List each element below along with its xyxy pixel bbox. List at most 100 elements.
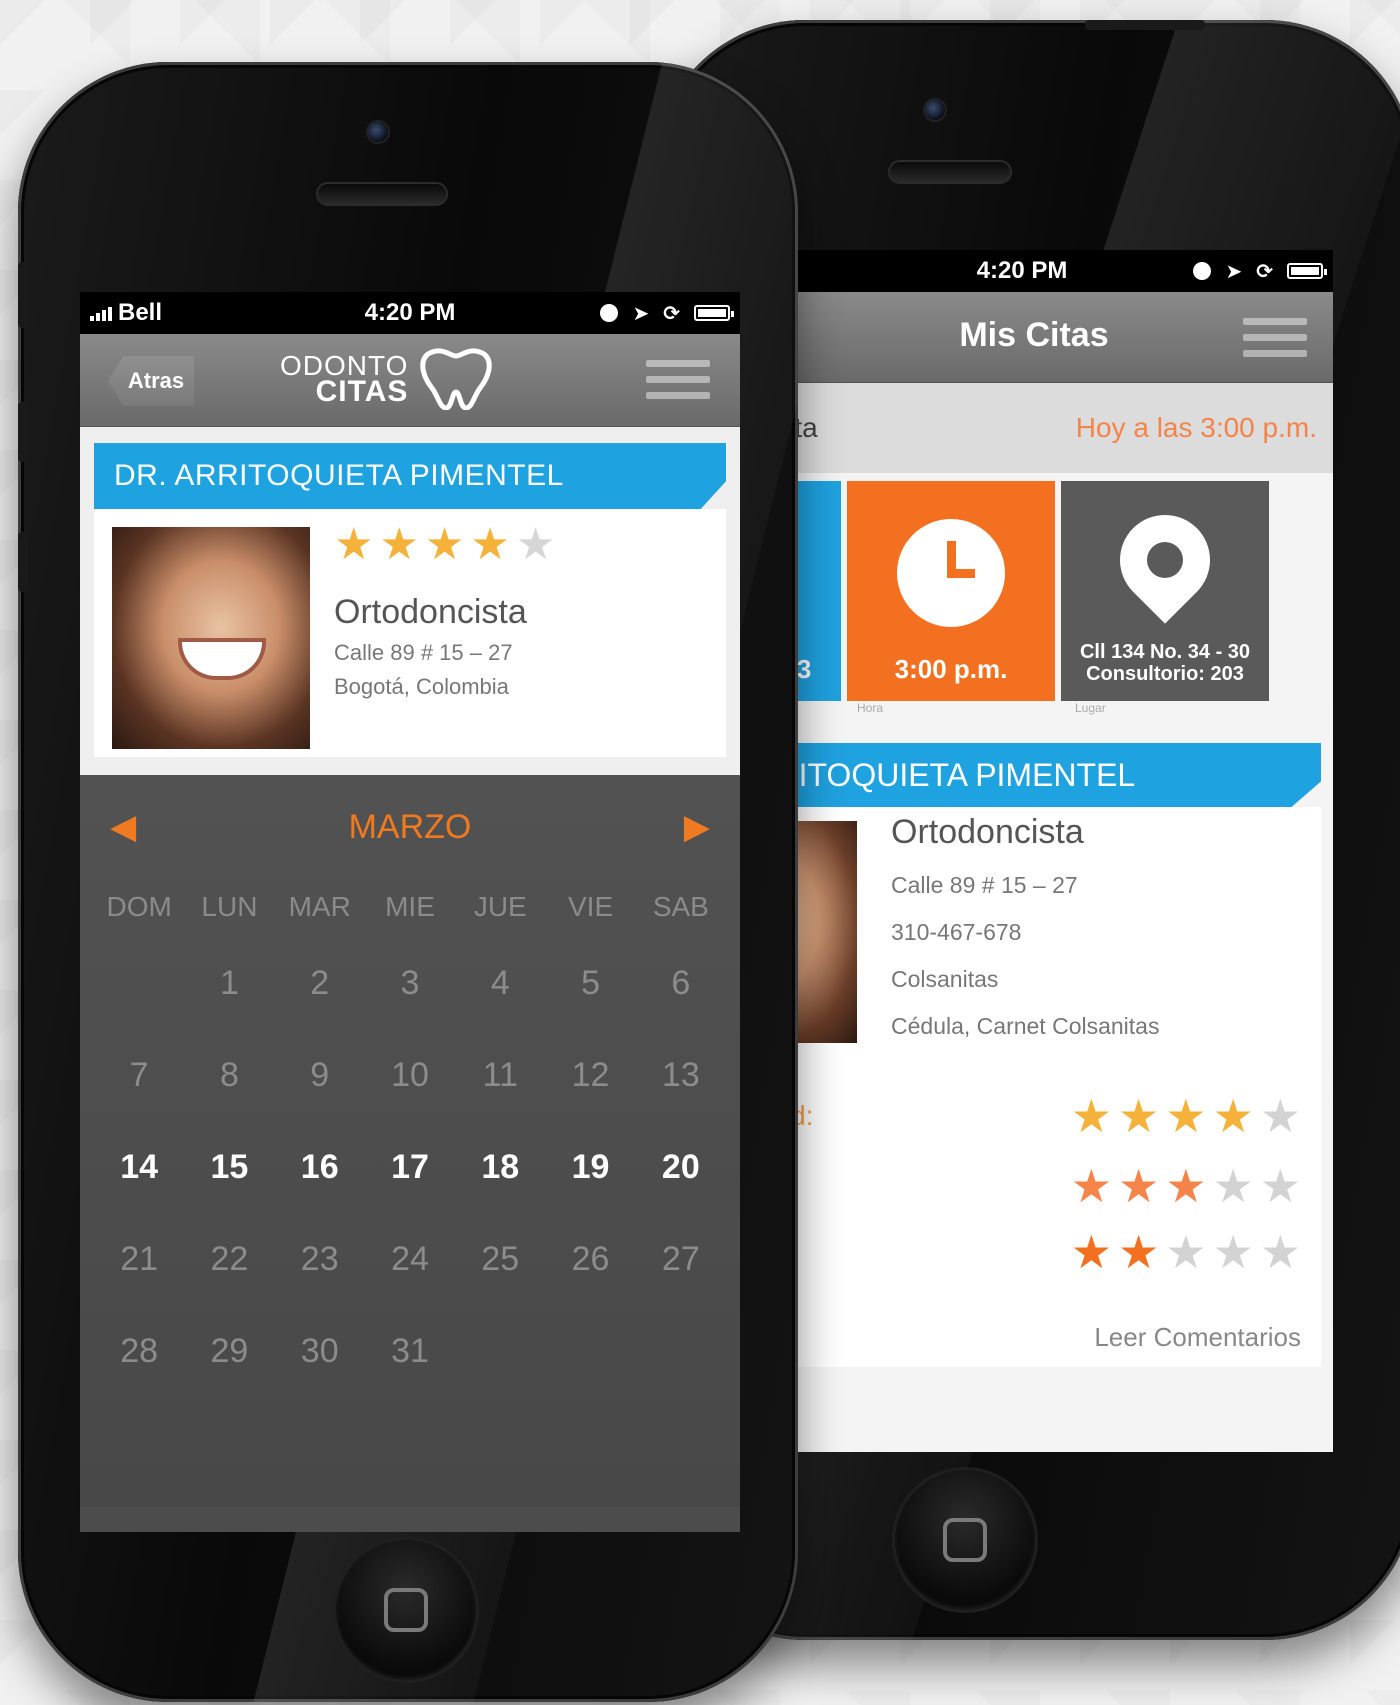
calendar-day[interactable]: 4 [455, 937, 545, 1029]
calendar-day[interactable]: 27 [636, 1213, 726, 1305]
calendar-day[interactable]: 14 [94, 1121, 184, 1213]
clock-icon [897, 519, 1005, 627]
next-appointment-row: na Cita Hoy a las 3:00 p.m. [735, 383, 1333, 473]
calendar-day[interactable]: 5 [545, 937, 635, 1029]
calendar-day[interactable]: 29 [184, 1305, 274, 1397]
doctor-photo [112, 527, 310, 749]
rating-stars: ★ ★ ★ ★ ★ [1071, 1229, 1301, 1275]
calendar-day[interactable]: 30 [275, 1305, 365, 1397]
doctor-banner: ARRITOQUIETA PIMENTEL [735, 743, 1321, 807]
time-tile[interactable]: 3:00 p.m. [847, 481, 1055, 701]
calendar-weekday: LUN [201, 891, 258, 922]
tile-captions: Hora Lugar [735, 701, 1333, 731]
doctor-info: Ortodoncista Calle 89 # 15 – 27 310-467-… [891, 813, 1159, 1040]
appointment-tiles: 2 ep - 13 3:00 p.m. Cll 134 No. 34 - 30 … [735, 473, 1333, 701]
calendar-day[interactable]: 26 [545, 1213, 635, 1305]
calendar-weekday: MAR [288, 891, 351, 922]
doctor-info: ★ ★ ★ ★ ★ Ortodoncista Calle 89 # 15 – 27 Bo… [334, 523, 555, 700]
calendar-day[interactable]: 23 [275, 1213, 365, 1305]
star-icon: ★ [1165, 1090, 1207, 1142]
calendar-day[interactable]: 8 [184, 1029, 274, 1121]
volume-down-button [18, 532, 28, 592]
calendar: ◀ MARZO ▶ DOM LUN MAR MIE JUE VIE SAB 1 2 3 4 5 6 7 8 9… [80, 775, 740, 1507]
status-bar: 4:20 PM ➤ ⟳ [735, 250, 1333, 292]
back-button[interactable]: Atras [108, 356, 194, 406]
place-address: Cll 134 No. 34 - 30 [1079, 641, 1251, 663]
star-icon: ★ [1259, 1226, 1301, 1278]
rating-stars: ★ ★ ★ ★ ★ [1071, 1093, 1301, 1139]
calendar-day[interactable]: 24 [365, 1213, 455, 1305]
front-camera-icon [368, 122, 388, 142]
alarm-icon [600, 304, 619, 322]
doctor-specialty: Ortodoncista [891, 813, 1084, 851]
star-icon: ★ [1259, 1090, 1301, 1142]
calendar-day[interactable]: 16 [275, 1121, 365, 1213]
doctor-insurance: Colsanitas [891, 966, 999, 992]
calendar-day[interactable]: 18 [455, 1121, 545, 1213]
doctor-banner: DR. ARRITOQUIETA PIMENTEL [94, 443, 726, 509]
calendar-day[interactable]: 9 [275, 1029, 365, 1121]
phone-front: Bell 4:20 PM ➤ ⟳ Atras ODONTO CITAS DR. … [18, 62, 798, 1702]
speaker-grille [890, 162, 1010, 182]
doctor-phone: 310-467-678 [891, 919, 1022, 945]
calendar-weekday: SAB [652, 891, 709, 922]
status-time: 4:20 PM [976, 257, 1068, 284]
calendar-day[interactable]: 12 [545, 1029, 635, 1121]
star-icon: ★ [515, 520, 556, 569]
calendar-day[interactable]: 20 [636, 1121, 726, 1213]
rotation-lock-icon: ⟳ [1256, 260, 1273, 283]
star-icon: ★ [1070, 1090, 1112, 1142]
calendar-day[interactable]: 25 [455, 1213, 545, 1305]
volume-up-button [18, 402, 28, 462]
nav-bar: Mis Citas [735, 292, 1333, 383]
place-tile[interactable]: Cll 134 No. 34 - 30 Consultorio: 203 [1061, 481, 1269, 701]
calendar-day[interactable]: 22 [184, 1213, 274, 1305]
screen-mis-citas: 4:20 PM ➤ ⟳ Mis Citas na Cita Hoy a las … [735, 250, 1333, 1452]
calendar-weekday: VIE [567, 891, 614, 922]
place-sub-label: Lugar [1075, 701, 1106, 715]
calendar-day[interactable]: 17 [365, 1121, 455, 1213]
calendar-day[interactable]: 11 [455, 1029, 545, 1121]
next-month-arrow-icon[interactable]: ▶ [684, 807, 710, 847]
speaker-grille [318, 184, 446, 204]
calendar-day[interactable]: 13 [636, 1029, 726, 1121]
star-icon: ★ [1165, 1226, 1207, 1278]
rating-row: alidad:★★★★★ [735, 1093, 1301, 1139]
calendar-day[interactable]: 1 [184, 937, 274, 1029]
calendar-day[interactable]: 3 [365, 937, 455, 1029]
calendar-day[interactable]: 2 [275, 937, 365, 1029]
menu-icon[interactable] [1243, 318, 1307, 357]
carrier: Bell [90, 299, 162, 327]
rating-stars: ★ ★ ★ ★ ★ [1071, 1163, 1301, 1209]
calendar-day[interactable]: 15 [184, 1121, 274, 1213]
rating-row: ad:★★★★★ [735, 1229, 1301, 1275]
home-button[interactable] [895, 1470, 1035, 1610]
mute-switch [18, 262, 28, 328]
calendar-day[interactable]: 19 [545, 1121, 635, 1213]
place-caption: Cll 134 No. 34 - 30 Consultorio: 203 [1061, 641, 1269, 685]
star-icon: ★ [424, 520, 465, 569]
doctor-address: Calle 89 # 15 – 27 [891, 872, 1078, 898]
doctor-documents: Cédula, Carnet Colsanitas [891, 1013, 1160, 1039]
calendar-day[interactable]: 6 [636, 937, 726, 1029]
calendar-header: ◀ MARZO ▶ [80, 807, 740, 847]
doctor-card[interactable]: ★ ★ ★ ★ ★ Ortodoncista Calle 89 # 15 – 27 Bo… [94, 509, 726, 757]
calendar-empty-cell [94, 937, 184, 1029]
time-caption: 3:00 p.m. [894, 654, 1008, 684]
alarm-icon [1193, 262, 1212, 280]
read-comments-link[interactable]: Leer Comentarios [1094, 1322, 1301, 1353]
calendar-day[interactable]: 10 [365, 1029, 455, 1121]
home-button[interactable] [336, 1540, 476, 1680]
place-office: Consultorio: 203 [1086, 663, 1244, 685]
calendar-day[interactable]: 21 [94, 1213, 184, 1305]
star-icon: ★ [1212, 1226, 1254, 1278]
calendar-day[interactable]: 7 [94, 1029, 184, 1121]
calendar-day[interactable]: 31 [365, 1305, 455, 1397]
prev-month-arrow-icon[interactable]: ◀ [110, 807, 136, 847]
star-icon: ★ [1118, 1090, 1160, 1142]
doctor-specialty: Ortodoncista [334, 593, 527, 631]
menu-icon[interactable] [646, 360, 710, 399]
status-icons: ➤ ⟳ [600, 301, 734, 326]
calendar-day[interactable]: 28 [94, 1305, 184, 1397]
location-arrow-icon: ➤ [632, 302, 650, 325]
